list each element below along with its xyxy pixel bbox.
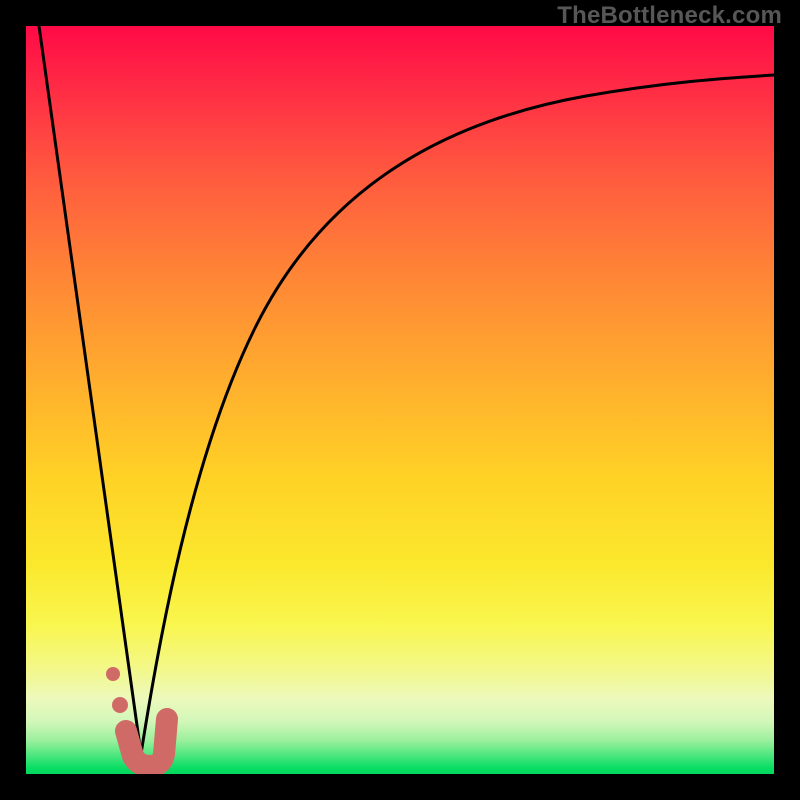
left-branch-line xyxy=(39,26,141,754)
notch-dot-top xyxy=(106,667,120,681)
curve-layer xyxy=(26,26,774,774)
plot-area xyxy=(26,26,774,774)
notch-dot-upper xyxy=(112,697,128,713)
chart-frame: TheBottleneck.com xyxy=(0,0,800,800)
right-branch-line xyxy=(141,75,774,754)
